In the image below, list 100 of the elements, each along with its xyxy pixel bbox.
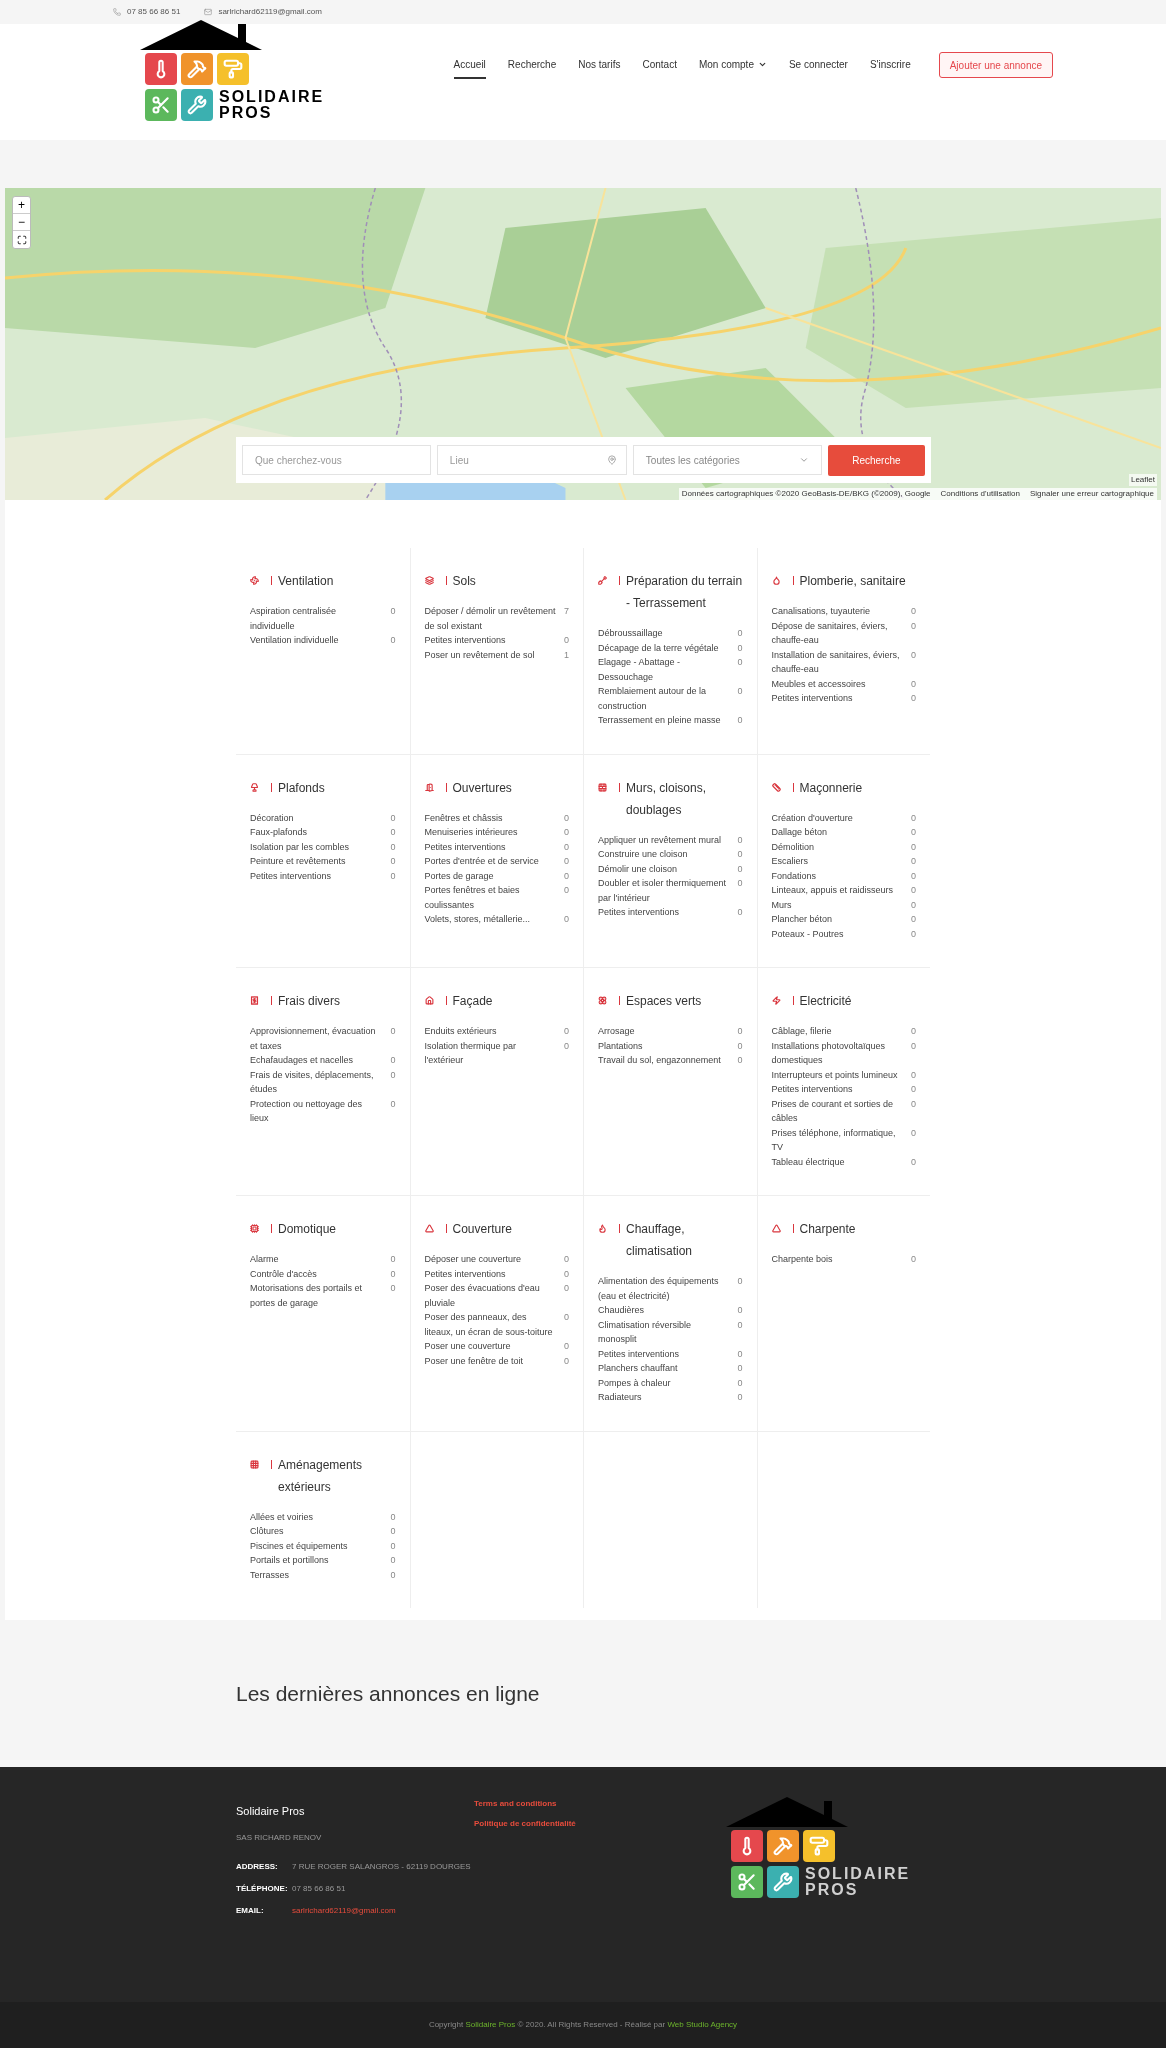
subcategory-link[interactable]: Petites interventions (771, 691, 904, 706)
subcategory-link[interactable]: Petites interventions (598, 1346, 730, 1361)
subcategory-link[interactable]: Construire une cloison (598, 847, 730, 862)
subcategory-link[interactable]: Alarme (250, 1252, 382, 1267)
subcategory-link[interactable]: Ventilation individuelle (250, 633, 382, 648)
category-select[interactable]: Toutes les catégories (632, 445, 822, 475)
subcategory-link[interactable]: Dallage béton (771, 825, 904, 840)
subcategory-link[interactable]: Démolition (771, 839, 904, 854)
attribution-link[interactable]: Leaflet (1130, 475, 1155, 484)
category-title[interactable]: Façade (452, 990, 493, 1012)
subcategory-link[interactable]: Installation de sanitaires, éviers, chauffe-eau (771, 647, 904, 677)
subcategory-link[interactable]: Petites interventions (424, 1266, 557, 1281)
subcategory-link[interactable]: Travail du sol, engazonnement (598, 1053, 730, 1068)
map[interactable]: + − Que cherchez-vous Lieu Toutes les catégories Recherche Leaflet Données cartographiques ©2020 GeoBasis-DE/BKG (©2009), Google Conditions d'utilisation Signaler une erreur cartographique (5, 188, 1161, 500)
subcategory-link[interactable]: Portes fenêtres et baies coulissantes (424, 883, 557, 912)
subcategory-link[interactable]: Déposer une couverture (424, 1252, 557, 1267)
category-title[interactable]: Sols (452, 570, 476, 592)
subcategory-link[interactable]: Climatisation réversible monosplit (598, 1317, 730, 1347)
category-title[interactable]: Charpente (799, 1218, 856, 1240)
subcategory-link[interactable]: Terrassement en pleine masse (598, 713, 730, 728)
subcategory-link[interactable]: Faux-plafonds (250, 825, 382, 840)
zoom-in-button[interactable]: + (13, 197, 30, 214)
nav-link[interactable]: Recherche (507, 57, 557, 79)
subcategory-link[interactable]: Charpente bois (771, 1252, 904, 1267)
subcategory-link[interactable]: Enduits extérieurs (424, 1024, 557, 1039)
subcategory-link[interactable]: Fondations (771, 868, 904, 883)
subcategory-link[interactable]: Portes de garage (424, 868, 557, 883)
subcategory-link[interactable]: Installations photovoltaïques domestiques (771, 1038, 904, 1068)
zoom-out-button[interactable]: − (13, 214, 30, 231)
subcategory-link[interactable]: Pompes à chaleur (598, 1375, 730, 1390)
category-title[interactable]: Chauffage, climatisation (626, 1218, 745, 1262)
attribution-link[interactable]: Signaler une erreur cartographique (1029, 488, 1154, 500)
category-title[interactable]: Maçonnerie (799, 776, 863, 799)
footer-link[interactable]: Terms and conditions (474, 1798, 726, 1810)
subcategory-link[interactable]: Canalisations, tuyauterie (771, 604, 904, 619)
subcategory-link[interactable]: Prises de courant et sorties de câbles (771, 1096, 904, 1126)
subcategory-link[interactable]: Escaliers (771, 854, 904, 869)
subcategory-link[interactable]: Motorisations des portails et portes de garage (250, 1281, 382, 1310)
subcategory-link[interactable]: Fenêtres et châssis (424, 810, 557, 825)
subcategory-link[interactable]: Isolation thermique par l'extérieur (424, 1038, 557, 1068)
category-title[interactable]: Couverture (452, 1218, 512, 1240)
subcategory-link[interactable]: Petites interventions (771, 1082, 904, 1097)
subcategory-link[interactable]: Dépose de sanitaires, éviers, chauffe-eau (771, 618, 904, 648)
nav-link[interactable]: Contact (642, 57, 677, 79)
search-field[interactable]: Que cherchez-vous (242, 445, 431, 475)
subcategory-link[interactable]: Poser des évacuations d'eau pluviale (424, 1281, 557, 1310)
subcategory-link[interactable]: Clôtures (250, 1524, 382, 1539)
category-title[interactable]: Aménagements extérieurs (278, 1453, 398, 1498)
subcategory-link[interactable]: Démolir une cloison (598, 861, 730, 876)
subcategory-link[interactable]: Isolation par les combles (250, 839, 382, 854)
subcategory-link[interactable]: Poser une fenêtre de toit (424, 1353, 557, 1368)
subcategory-link[interactable]: Remblaiement autour de la construction (598, 684, 730, 713)
subcategory-link[interactable]: Chaudières (598, 1303, 730, 1318)
subcategory-link[interactable]: Protection ou nettoyage des lieux (250, 1096, 382, 1126)
subcategory-link[interactable]: Allées et voiries (250, 1509, 382, 1524)
subcategory-link[interactable]: Décoration (250, 810, 382, 825)
subcategory-link[interactable]: Doubler et isoler thermiquement par l'intérieur (598, 876, 730, 905)
search-button[interactable]: Recherche (827, 444, 925, 476)
subcategory-link[interactable]: Volets, stores, métallerie... (424, 912, 557, 927)
subcategory-link[interactable]: Murs (771, 897, 904, 912)
subcategory-link[interactable]: Terrasses (250, 1567, 382, 1582)
subcategory-link[interactable]: Débroussaillage (598, 626, 730, 641)
subcategory-link[interactable]: Plancher béton (771, 912, 904, 927)
subcategory-link[interactable]: Radiateurs (598, 1390, 730, 1405)
category-title[interactable]: Espaces verts (626, 990, 702, 1012)
subcategory-link[interactable]: Echafaudages et nacelles (250, 1053, 382, 1068)
subcategory-link[interactable]: Arrosage (598, 1024, 730, 1039)
location-field[interactable]: Lieu (436, 445, 627, 475)
copyright-link[interactable]: Web Studio Agency (667, 2020, 738, 2029)
category-title[interactable]: Domotique (278, 1218, 337, 1240)
subcategory-link[interactable]: Planchers chauffant (598, 1361, 730, 1376)
nav-link[interactable]: Accueil (453, 57, 486, 79)
copyright-link[interactable]: Solidaire Pros (465, 2020, 516, 2029)
category-title[interactable]: Plafonds (278, 776, 325, 799)
subcategory-link[interactable]: Menuiseries intérieures (424, 825, 557, 840)
subcategory-link[interactable]: Meubles et accessoires (771, 676, 904, 691)
subcategory-link[interactable]: Câblage, filerie (771, 1024, 904, 1039)
subcategory-link[interactable]: Linteaux, appuis et raidisseurs (771, 883, 904, 898)
nav-link[interactable]: Mon compte (698, 57, 767, 79)
subcategory-link[interactable]: Décapage de la terre végétale (598, 640, 730, 655)
subcategory-link[interactable]: Poser un revêtement de sol (424, 647, 557, 662)
subcategory-link[interactable]: Peinture et revêtements (250, 854, 382, 869)
subcategory-link[interactable]: Portes d'entrée et de service (424, 854, 557, 869)
subcategory-link[interactable]: Petites interventions (250, 868, 382, 883)
subcategory-link[interactable]: Interrupteurs et points lumineux (771, 1067, 904, 1082)
subcategory-link[interactable]: Prises téléphone, informatique, TV (771, 1125, 904, 1155)
subcategory-link[interactable]: Poser une couverture (424, 1339, 557, 1354)
category-title[interactable]: Ventilation (278, 570, 334, 592)
subcategory-link[interactable]: Contrôle d'accès (250, 1266, 382, 1281)
subcategory-link[interactable]: Petites interventions (424, 633, 557, 648)
subcategory-link[interactable]: Elagage - Abattage - Dessouchage (598, 655, 730, 684)
category-title[interactable]: Plomberie, sanitaire (799, 570, 906, 592)
attribution-link[interactable]: Conditions d'utilisation (940, 488, 1020, 500)
nav-link[interactable]: Nos tarifs (578, 57, 621, 79)
subcategory-link[interactable]: Poser des panneaux, des liteaux, un écran de sous-toiture (424, 1310, 557, 1339)
category-title[interactable]: Murs, cloisons, doublages (626, 776, 745, 821)
subcategory-link[interactable]: Déposer / démolir un revêtement de sol existant (424, 604, 557, 633)
category-title[interactable]: Préparation du terrain - Terrassement (626, 570, 745, 614)
subcategory-link[interactable]: Aspiration centralisée individuelle (250, 604, 382, 633)
subcategory-link[interactable]: Poteaux - Poutres (771, 926, 904, 941)
